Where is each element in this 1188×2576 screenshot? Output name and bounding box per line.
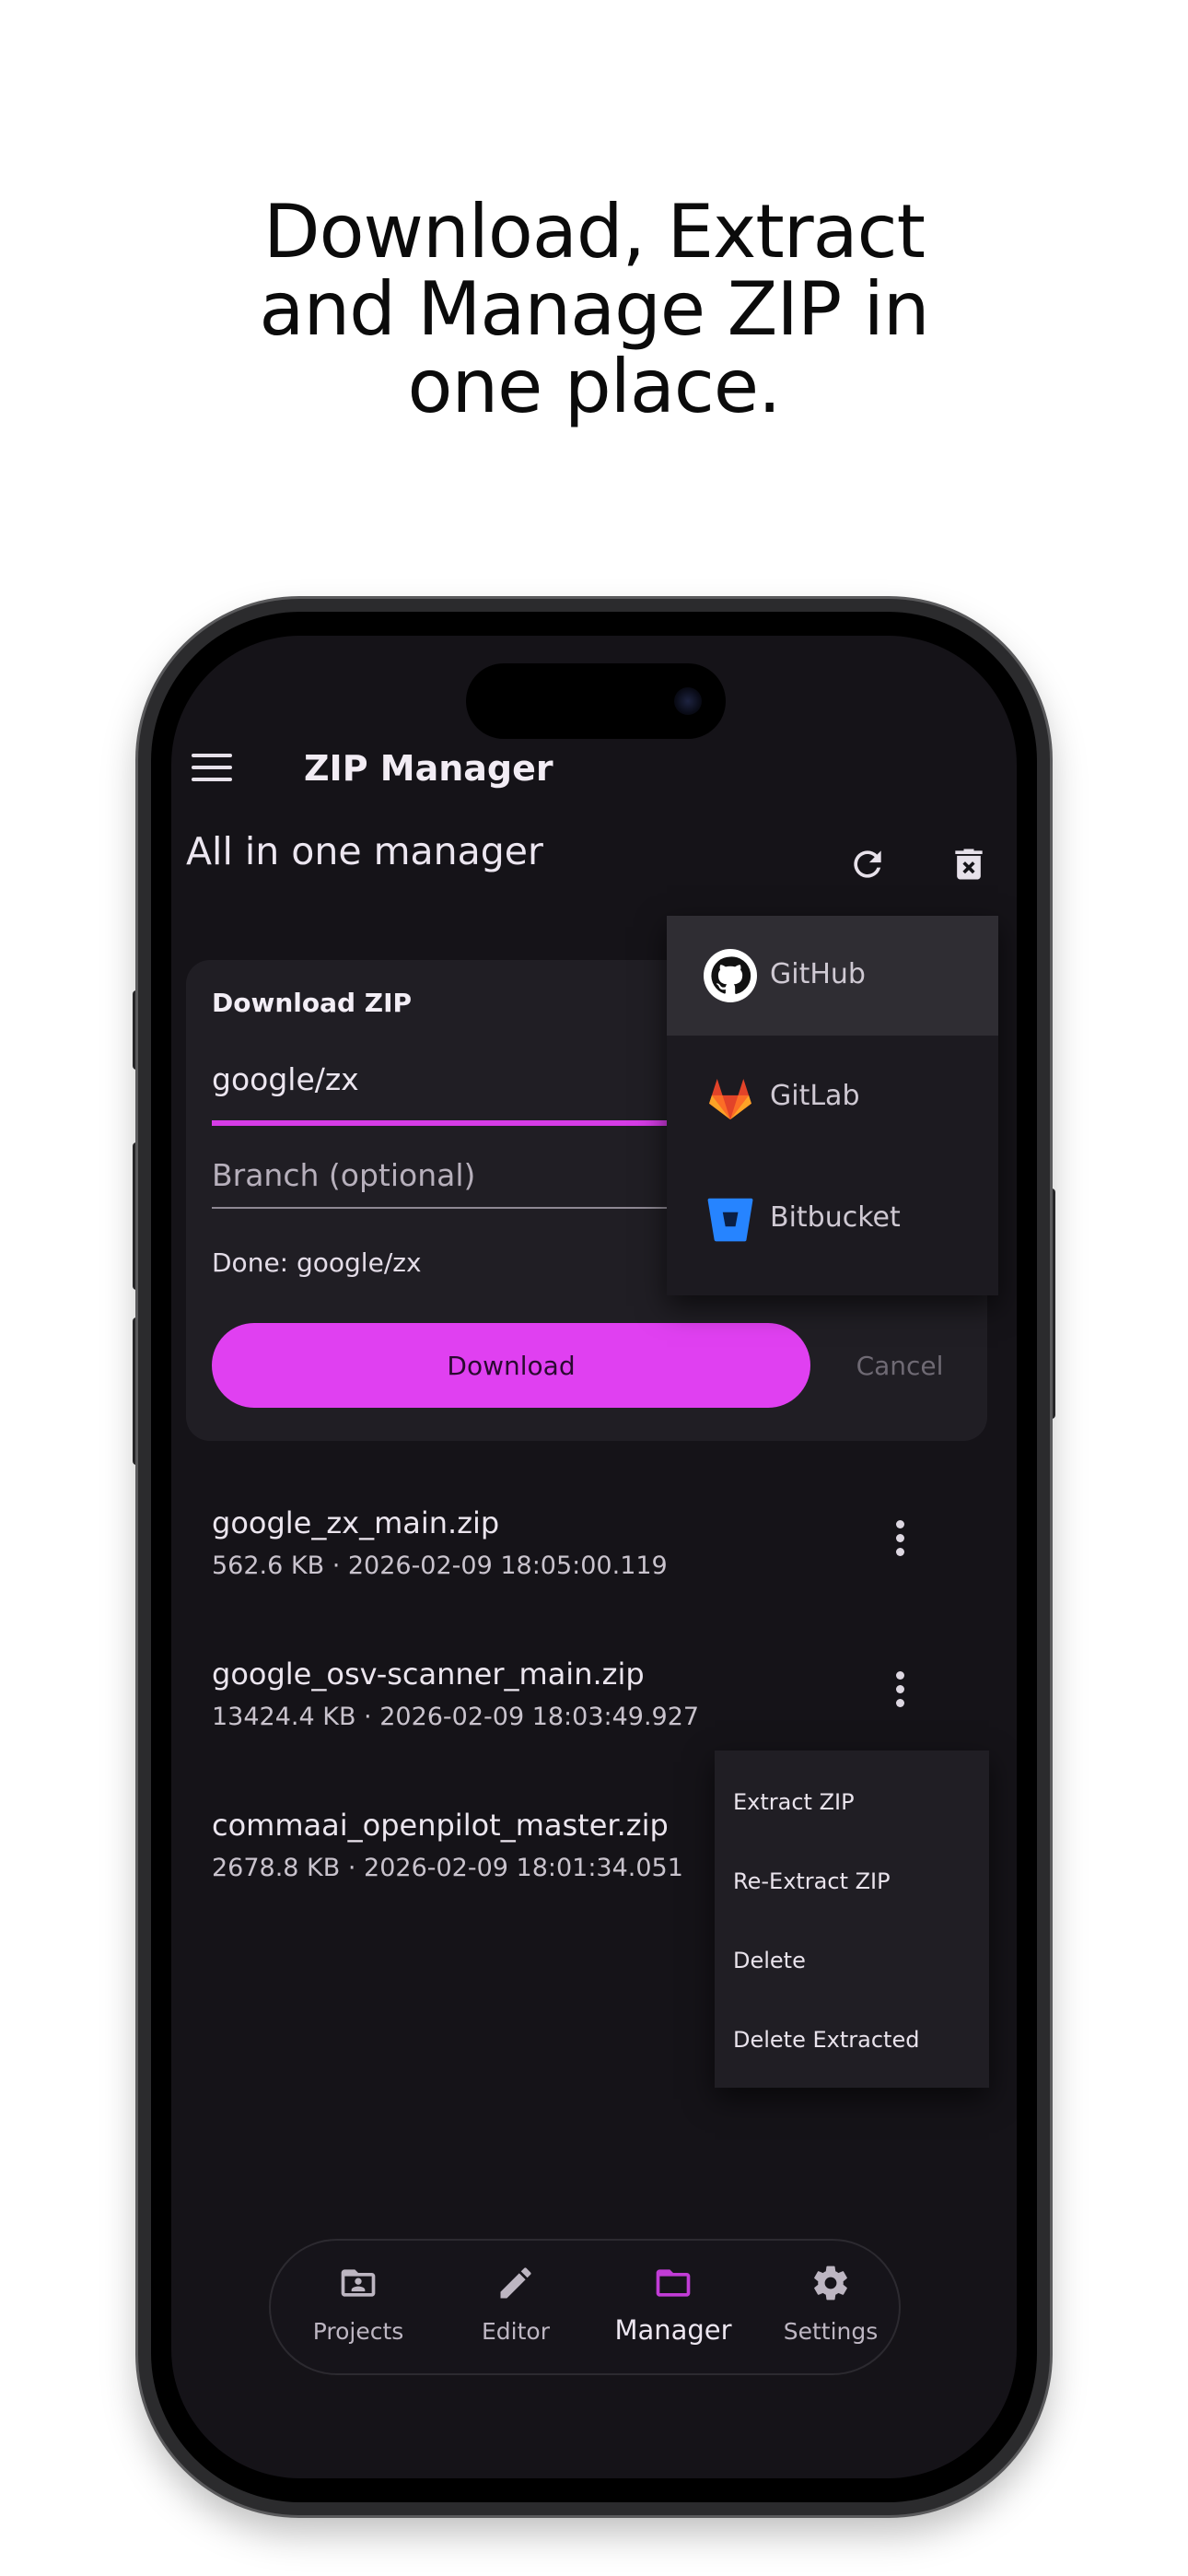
gitlab-icon [709, 1078, 751, 1120]
bitbucket-icon [707, 1198, 753, 1242]
headline-line-2: and Manage ZIP in [259, 266, 929, 352]
nav-item-manager[interactable]: Manager [604, 2241, 742, 2377]
nav-item-editor[interactable]: Editor [447, 2241, 585, 2377]
app-title: ZIP Manager [304, 748, 553, 789]
provider-item-github[interactable]: GitHub [667, 916, 998, 1036]
provider-item-bitbucket[interactable]: Bitbucket [667, 1159, 998, 1279]
file-context-menu: Extract ZIP Re-Extract ZIP Delete Delete… [715, 1751, 989, 2088]
file-name: google_zx_main.zip [212, 1505, 500, 1540]
menu-item-re-extract-zip[interactable]: Re-Extract ZIP [733, 1868, 891, 1894]
nav-label: Projects [312, 2318, 404, 2345]
provider-label: GitHub [770, 958, 866, 990]
provider-label: Bitbucket [770, 1201, 901, 1234]
section-title: All in one manager [186, 829, 543, 873]
front-camera [674, 687, 702, 715]
headline-line-1: Download, Extract [262, 189, 926, 275]
hamburger-menu-icon[interactable] [192, 754, 232, 785]
nav-label: Settings [783, 2318, 879, 2345]
file-meta: 13424.4 KB · 2026-02-09 18:03:49.927 [212, 1703, 700, 1731]
delete-all-icon[interactable] [949, 844, 989, 884]
projects-folder-icon [341, 2269, 376, 2297]
menu-item-delete[interactable]: Delete [733, 1948, 806, 1973]
provider-item-gitlab[interactable]: GitLab [667, 1037, 998, 1157]
pencil-icon [500, 2267, 531, 2299]
provider-label: GitLab [770, 1080, 860, 1112]
file-name: google_osv-scanner_main.zip [212, 1657, 645, 1692]
provider-menu: GitHub GitLab Bitbucket [667, 916, 998, 1295]
app-screen: ZIP Manager All in one manager Download … [171, 636, 1017, 2478]
file-meta: 562.6 KB · 2026-02-09 18:05:00.119 [212, 1551, 668, 1580]
nav-label: Editor [482, 2318, 550, 2345]
folder-icon [656, 2269, 691, 2297]
refresh-icon[interactable] [847, 844, 888, 884]
file-name: commaai_openpilot_master.zip [212, 1808, 669, 1843]
bottom-navigation: Projects Editor Manager Settings [269, 2239, 901, 2375]
github-icon [704, 949, 757, 1002]
nav-label: Manager [614, 2314, 732, 2346]
headline-line-3: one place. [407, 344, 782, 429]
gear-icon [814, 2266, 847, 2301]
nav-item-projects[interactable]: Projects [289, 2241, 427, 2377]
nav-item-settings[interactable]: Settings [762, 2241, 900, 2377]
more-options-icon[interactable] [886, 1520, 914, 1566]
download-status: Done: google/zx [212, 1247, 422, 1278]
menu-item-delete-extracted[interactable]: Delete Extracted [733, 2027, 919, 2053]
card-title: Download ZIP [212, 988, 413, 1018]
app-bar: ZIP Manager [171, 728, 1017, 811]
file-meta: 2678.8 KB · 2026-02-09 18:01:34.051 [212, 1854, 683, 1882]
cancel-button[interactable]: Cancel [831, 1323, 969, 1408]
menu-item-extract-zip[interactable]: Extract ZIP [733, 1789, 855, 1815]
download-button[interactable]: Download [212, 1323, 810, 1408]
promo-headline: Download, Extract and Manage ZIP in one … [0, 193, 1188, 426]
more-options-icon[interactable] [886, 1671, 914, 1717]
